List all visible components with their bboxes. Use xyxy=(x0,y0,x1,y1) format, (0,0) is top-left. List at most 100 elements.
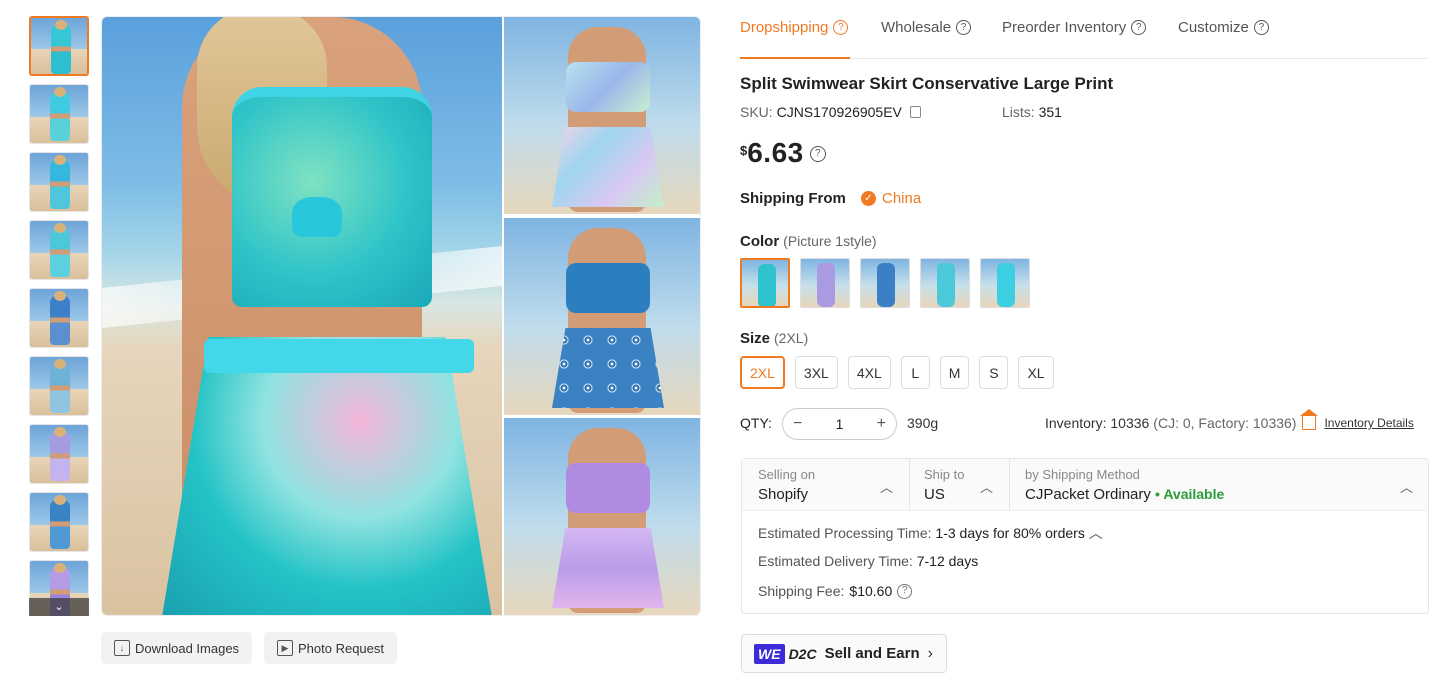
image-download-icon: ↓ xyxy=(114,640,130,656)
quantity-input[interactable] xyxy=(819,416,860,432)
thumbnail-image[interactable] xyxy=(29,152,89,212)
processing-value: 1-3 days for 80% orders xyxy=(935,525,1085,541)
size-option[interactable]: L xyxy=(900,356,930,389)
ship-to-value: US xyxy=(924,486,945,503)
size-option[interactable]: M xyxy=(939,356,970,389)
size-label: Size xyxy=(740,330,771,347)
processing-label: Estimated Processing Time: xyxy=(758,525,932,541)
thumbnail-image[interactable] xyxy=(29,492,89,552)
help-icon[interactable]: ? xyxy=(833,20,849,35)
availability-status: • Available xyxy=(1155,486,1225,502)
lists-label: Lists: xyxy=(1002,104,1035,120)
tab-customize[interactable]: Customize ? xyxy=(1178,19,1269,36)
sell-and-earn-label: Sell and Earn xyxy=(824,645,920,662)
help-icon[interactable]: ? xyxy=(1253,20,1269,35)
size-option[interactable]: 2XL xyxy=(740,356,785,389)
quantity-increase-button[interactable]: + xyxy=(877,415,886,433)
color-swatch[interactable] xyxy=(860,258,910,308)
shipping-from-label: Shipping From xyxy=(740,190,846,207)
chevron-up-icon[interactable]: ︿ xyxy=(980,477,993,496)
price-currency: $ xyxy=(740,143,748,158)
size-option[interactable]: S xyxy=(979,356,1009,389)
size-options: 2XL 3XL 4XL L M S XL xyxy=(740,356,1054,389)
we-logo: WE xyxy=(754,643,785,664)
shipping-method-selector[interactable]: by Shipping Method CJPacket Ordinary • A… xyxy=(1025,467,1224,503)
inventory-breakdown: (CJ: 0, Factory: 10336) xyxy=(1153,415,1297,431)
inventory-count: Inventory: 10336 xyxy=(1045,415,1150,431)
color-swatch[interactable] xyxy=(740,258,790,308)
thumbnail-image[interactable] xyxy=(29,84,89,144)
tab-dropshipping-label: Dropshipping xyxy=(740,19,829,36)
sell-and-earn-button[interactable]: WE D2C Sell and Earn › xyxy=(741,634,947,673)
ship-to-selector[interactable]: Ship to US xyxy=(924,467,964,503)
sku-line: SKU: CJNS170926905EV xyxy=(740,104,921,120)
copy-icon[interactable] xyxy=(909,106,921,118)
active-tab-indicator xyxy=(740,57,850,59)
tab-preorder-label: Preorder Inventory xyxy=(1002,19,1127,36)
help-icon[interactable]: ? xyxy=(956,20,972,35)
ship-to-label: Ship to xyxy=(924,467,965,482)
shipping-method-label: by Shipping Method xyxy=(1025,467,1140,482)
delivery-time: Estimated Delivery Time: 7-12 days xyxy=(758,553,978,569)
play-icon: ▶ xyxy=(277,640,293,656)
photo-request-button[interactable]: ▶ Photo Request xyxy=(264,632,398,664)
help-icon[interactable]: ? xyxy=(809,146,826,162)
fee-value: $10.60 xyxy=(849,583,893,599)
color-heading: Color (Picture 1style) xyxy=(740,233,877,250)
chevron-up-icon[interactable]: ︿ xyxy=(1089,525,1103,541)
quantity-stepper: − + xyxy=(782,408,897,440)
warehouse-icon xyxy=(1300,409,1319,430)
selling-on-label: Selling on xyxy=(758,467,816,482)
processing-time: Estimated Processing Time: 1-3 days for … xyxy=(758,523,1103,543)
shipping-fee: Shipping Fee: $10.60 ? xyxy=(758,583,913,599)
product-weight: 390g xyxy=(907,415,939,431)
thumbnail-image[interactable] xyxy=(29,356,89,416)
color-swatch[interactable] xyxy=(920,258,970,308)
shipping-from-china-option[interactable]: ✓ China xyxy=(861,190,921,207)
lists-value: 351 xyxy=(1038,104,1062,120)
help-icon[interactable]: ? xyxy=(1131,20,1147,35)
quantity-decrease-button[interactable]: − xyxy=(793,415,802,433)
size-selected: (2XL) xyxy=(774,330,809,346)
product-price: $ 6.63 ? xyxy=(740,137,826,169)
delivery-label: Estimated Delivery Time: xyxy=(758,553,913,569)
color-swatch[interactable] xyxy=(980,258,1030,308)
sku-label: SKU: xyxy=(740,104,773,120)
tab-dropshipping[interactable]: Dropshipping ? xyxy=(740,19,849,36)
inventory-info: Inventory: 10336 (CJ: 0, Factory: 10336)… xyxy=(1045,409,1414,431)
tab-preorder-inventory[interactable]: Preorder Inventory ? xyxy=(1002,19,1147,36)
inventory-details-link[interactable]: Inventory Details xyxy=(1324,416,1413,430)
main-product-image[interactable] xyxy=(101,16,701,616)
chevron-down-icon: ⌄ xyxy=(54,601,64,613)
size-option[interactable]: XL xyxy=(1018,356,1054,389)
size-option[interactable]: 3XL xyxy=(794,356,838,389)
chevron-up-icon[interactable]: ︿ xyxy=(1400,477,1413,496)
thumbnail-image[interactable] xyxy=(29,220,89,280)
fee-label: Shipping Fee: xyxy=(758,583,845,599)
purchase-mode-tabs: Dropshipping ? Wholesale ? Preorder Inve… xyxy=(740,0,1428,59)
price-value: 6.63 xyxy=(747,137,804,168)
thumbnail-image[interactable] xyxy=(29,424,89,484)
thumbnail-image[interactable] xyxy=(29,288,89,348)
tab-wholesale-label: Wholesale xyxy=(881,19,952,36)
download-images-label: Download Images xyxy=(135,640,240,656)
d2c-logo: D2C xyxy=(788,645,817,662)
shipping-method-value: CJPacket Ordinary xyxy=(1025,486,1151,503)
shipping-country: China xyxy=(882,190,922,207)
thumbnail-scroll-down-button[interactable]: ⌄ xyxy=(29,598,89,616)
quantity-label: QTY: xyxy=(740,415,772,431)
help-icon[interactable]: ? xyxy=(897,583,913,599)
download-images-button[interactable]: ↓ Download Images xyxy=(101,632,253,664)
color-label: Color xyxy=(740,233,780,250)
color-swatch[interactable] xyxy=(800,258,850,308)
chevron-right-icon: › xyxy=(927,644,933,662)
thumbnail-image[interactable] xyxy=(29,16,89,76)
lists-count: Lists: 351 xyxy=(1002,104,1062,120)
size-heading: Size (2XL) xyxy=(740,330,808,347)
tab-customize-label: Customize xyxy=(1178,19,1249,36)
size-option[interactable]: 4XL xyxy=(847,356,891,389)
selling-on-selector[interactable]: Selling on Shopify xyxy=(758,467,815,503)
tab-wholesale[interactable]: Wholesale ? xyxy=(881,19,972,36)
chevron-up-icon[interactable]: ︿ xyxy=(880,477,893,496)
shipping-panel: Selling on Shopify ︿ Ship to US ︿ by Shi… xyxy=(741,458,1429,614)
